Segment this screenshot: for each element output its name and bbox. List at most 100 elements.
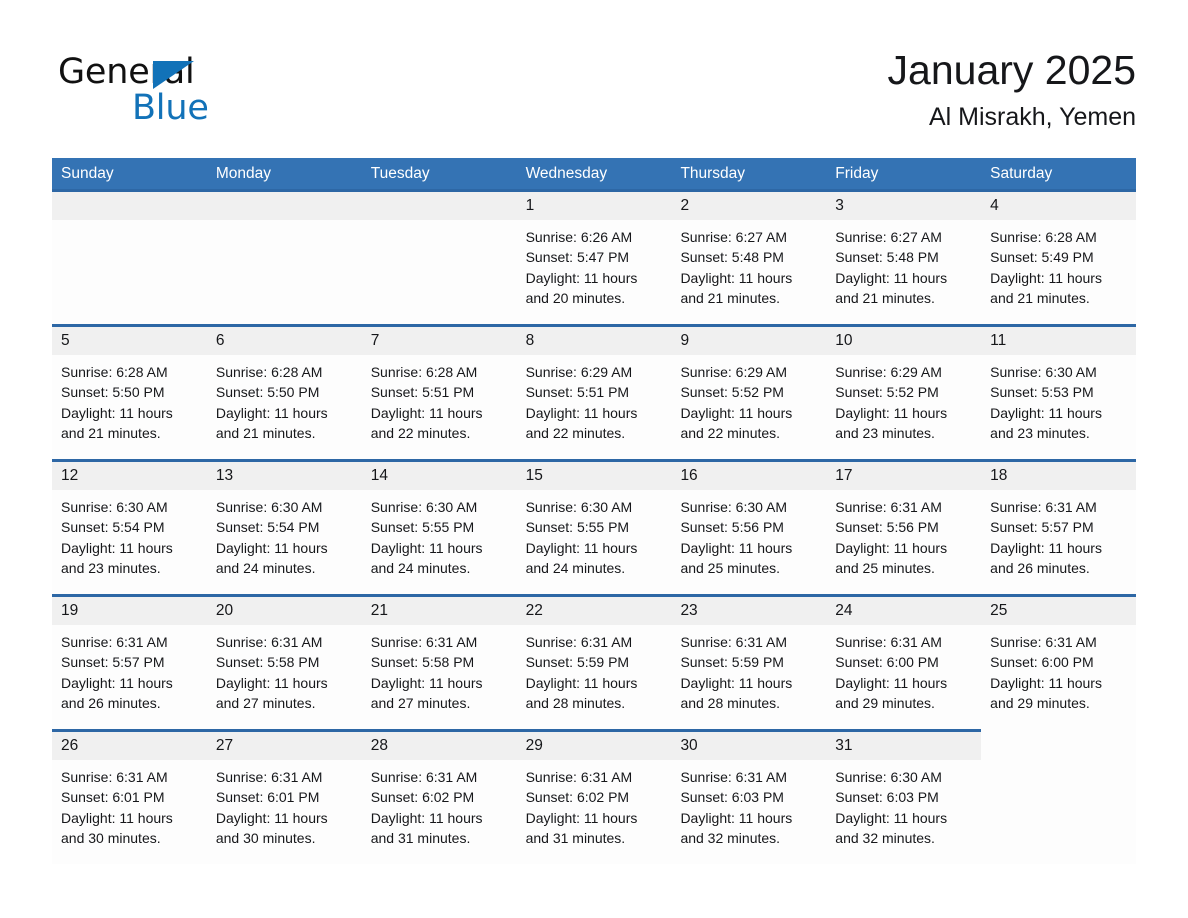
day-details: Sunrise: 6:29 AM Sunset: 5:51 PM Daylight:…: [517, 355, 672, 443]
calendar-day-cell[interactable]: 29 Sunrise: 6:31 AM Sunset: 6:02 PM Dayligh…: [516, 729, 672, 864]
sunrise-text: Sunrise: 6:31 AM: [370, 769, 478, 785]
sunset-text: Sunset: 5:49 PM: [990, 249, 1094, 266]
calendar-day-cell[interactable]: 27 Sunrise: 6:31 AM Sunset: 6:01 PM Dayligh…: [206, 729, 362, 864]
calendar-day-cell[interactable]: 8 Sunrise: 6:29 AM Sunset: 5:51 PM Daylight…: [516, 324, 672, 459]
day-number-band: 13: [206, 462, 362, 490]
day-number: 25: [990, 602, 1008, 619]
day-number-band: 6: [206, 327, 362, 355]
calendar-day-cell[interactable]: 19 Sunrise: 6:31 AM Sunset: 5:57 PM Dayligh…: [52, 594, 207, 729]
day-details: Sunrise: 6:30 AM Sunset: 5:54 PM Daylight:…: [207, 490, 362, 578]
day-number-band: 2: [671, 192, 827, 220]
generalblue-logo[interactable]: General Blue: [52, 52, 352, 148]
sunrise-text: Sunrise: 6:30 AM: [990, 364, 1097, 380]
calendar-day-cell[interactable]: 5 Sunrise: 6:28 AM Sunset: 5:50 PM Daylight…: [52, 324, 207, 459]
sunset-text: Sunset: 5:59 PM: [680, 654, 784, 671]
day-number: 29: [525, 737, 543, 754]
calendar-day-cell[interactable]: 1 Sunrise: 6:26 AM Sunset: 5:47 PM Daylight…: [516, 189, 672, 324]
calendar-day-cell[interactable]: 9 Sunrise: 6:29 AM Sunset: 5:52 PM Daylight…: [671, 324, 827, 459]
daylight-text: Daylight: 11 hours and 25 minutes.: [835, 539, 948, 576]
calendar-day-cell[interactable]: 7 Sunrise: 6:28 AM Sunset: 5:51 PM Daylight…: [361, 324, 517, 459]
sunrise-text: Sunrise: 6:31 AM: [835, 499, 942, 515]
day-number-band: 16: [671, 462, 827, 490]
day-number-band: [981, 729, 1136, 757]
calendar-day-cell[interactable]: 14 Sunrise: 6:30 AM Sunset: 5:55 PM Dayligh…: [361, 459, 517, 594]
sunrise-text: Sunrise: 6:30 AM: [680, 499, 788, 515]
day-number: 3: [835, 197, 844, 214]
day-details: Sunrise: 6:30 AM Sunset: 5:55 PM Daylight:…: [517, 490, 672, 578]
day-number-band: 26: [52, 732, 207, 760]
sunset-text: Sunset: 5:53 PM: [990, 384, 1094, 401]
calendar-day-cell[interactable]: 2 Sunrise: 6:27 AM Sunset: 5:48 PM Daylight…: [671, 189, 827, 324]
sunrise-text: Sunrise: 6:27 AM: [835, 229, 942, 245]
day-number: 1: [525, 197, 535, 214]
calendar-day-cell[interactable]: 10 Sunrise: 6:29 AM Sunset: 5:52 PM Dayligh…: [826, 324, 982, 459]
sunset-text: Sunset: 5:47 PM: [525, 249, 630, 266]
calendar-day-cell[interactable]: 6 Sunrise: 6:28 AM Sunset: 5:50 PM Daylight…: [206, 324, 362, 459]
day-number-band: 20: [206, 597, 362, 625]
day-number-band: 8: [516, 327, 672, 355]
sunrise-text: Sunrise: 6:31 AM: [835, 634, 942, 650]
daylight-text: Daylight: 11 hours and 22 minutes.: [370, 404, 483, 441]
daylight-text: Daylight: 11 hours and 25 minutes.: [680, 539, 793, 576]
day-number-band: 12: [52, 462, 207, 490]
sunrise-text: Sunrise: 6:30 AM: [525, 499, 633, 515]
sunset-text: Sunset: 5:48 PM: [680, 249, 784, 266]
calendar-day-cell-empty: [52, 189, 207, 324]
weekday-header-thursday: Thursday: [680, 165, 746, 182]
day-number-band: 11: [981, 327, 1137, 355]
daylight-text: Daylight: 11 hours and 20 minutes.: [525, 269, 638, 306]
daylight-text: Daylight: 11 hours and 27 minutes.: [215, 674, 328, 711]
calendar-day-cell[interactable]: 24 Sunrise: 6:31 AM Sunset: 6:00 PM Dayligh…: [826, 594, 982, 729]
sunset-text: Sunset: 6:00 PM: [835, 654, 939, 671]
daylight-text: Daylight: 11 hours and 21 minutes.: [61, 404, 173, 441]
weekday-header-wednesday: Wednesday: [525, 165, 608, 182]
calendar-day-cell[interactable]: 25 Sunrise: 6:31 AM Sunset: 6:00 PM Dayligh…: [981, 594, 1137, 729]
calendar-day-cell[interactable]: 16 Sunrise: 6:30 AM Sunset: 5:56 PM Dayligh…: [671, 459, 827, 594]
day-details: Sunrise: 6:31 AM Sunset: 6:01 PM Daylight:…: [207, 760, 362, 848]
calendar-day-cell[interactable]: 28 Sunrise: 6:31 AM Sunset: 6:02 PM Dayligh…: [361, 729, 517, 864]
calendar-day-cell[interactable]: 17 Sunrise: 6:31 AM Sunset: 5:56 PM Dayligh…: [826, 459, 982, 594]
day-number-band: 18: [981, 462, 1137, 490]
day-details: Sunrise: 6:29 AM Sunset: 5:52 PM Daylight:…: [671, 355, 826, 443]
day-details: Sunrise: 6:28 AM Sunset: 5:50 PM Daylight:…: [207, 355, 362, 443]
day-number: 23: [680, 602, 698, 619]
calendar-day-cell-empty: [981, 729, 1137, 864]
calendar-day-cell[interactable]: 26 Sunrise: 6:31 AM Sunset: 6:01 PM Dayligh…: [52, 729, 207, 864]
calendar-day-cell[interactable]: 21 Sunrise: 6:31 AM Sunset: 5:58 PM Dayligh…: [361, 594, 517, 729]
sunset-text: Sunset: 6:01 PM: [215, 789, 320, 806]
sunset-text: Sunset: 5:55 PM: [525, 519, 630, 536]
day-number-band: 25: [981, 597, 1137, 625]
calendar-day-cell[interactable]: 11 Sunrise: 6:30 AM Sunset: 5:53 PM Dayligh…: [981, 324, 1137, 459]
calendar-day-cell[interactable]: 30 Sunrise: 6:31 AM Sunset: 6:03 PM Dayligh…: [671, 729, 827, 864]
day-details: Sunrise: 6:31 AM Sunset: 5:56 PM Daylight:…: [826, 490, 981, 578]
sunrise-text: Sunrise: 6:31 AM: [680, 769, 788, 785]
calendar-day-cell[interactable]: 12 Sunrise: 6:30 AM Sunset: 5:54 PM Dayligh…: [52, 459, 207, 594]
daylight-text: Daylight: 11 hours and 21 minutes.: [680, 269, 793, 306]
sunrise-text: Sunrise: 6:27 AM: [680, 229, 788, 245]
calendar-day-cell[interactable]: 23 Sunrise: 6:31 AM Sunset: 5:59 PM Dayligh…: [671, 594, 827, 729]
calendar-day-cell[interactable]: 18 Sunrise: 6:31 AM Sunset: 5:57 PM Dayligh…: [981, 459, 1137, 594]
calendar-day-cell[interactable]: 3 Sunrise: 6:27 AM Sunset: 5:48 PM Daylight…: [826, 189, 982, 324]
day-details: Sunrise: 6:31 AM Sunset: 6:03 PM Daylight:…: [671, 760, 826, 848]
day-number-band: 28: [361, 732, 517, 760]
daylight-text: Daylight: 11 hours and 27 minutes.: [370, 674, 483, 711]
daylight-text: Daylight: 11 hours and 23 minutes.: [61, 539, 173, 576]
sunrise-text: Sunrise: 6:26 AM: [525, 229, 633, 245]
day-number-band: 4: [981, 192, 1137, 220]
day-number-band: 9: [671, 327, 827, 355]
calendar-day-cell[interactable]: 31 Sunrise: 6:30 AM Sunset: 6:03 PM Dayligh…: [826, 729, 982, 864]
calendar-day-cell[interactable]: 22 Sunrise: 6:31 AM Sunset: 5:59 PM Dayligh…: [516, 594, 672, 729]
day-details: Sunrise: 6:28 AM Sunset: 5:49 PM Daylight:…: [981, 220, 1136, 308]
day-number: 26: [61, 737, 79, 754]
day-details: Sunrise: 6:30 AM Sunset: 5:56 PM Daylight:…: [671, 490, 826, 578]
daylight-text: Daylight: 11 hours and 30 minutes.: [61, 809, 173, 846]
day-number-band: [206, 192, 362, 220]
calendar-day-cell[interactable]: 20 Sunrise: 6:31 AM Sunset: 5:58 PM Dayligh…: [206, 594, 362, 729]
sunrise-text: Sunrise: 6:29 AM: [835, 364, 942, 380]
calendar-day-cell[interactable]: 15 Sunrise: 6:30 AM Sunset: 5:55 PM Dayligh…: [516, 459, 672, 594]
day-number: 20: [215, 602, 234, 619]
calendar-day-cell[interactable]: 13 Sunrise: 6:30 AM Sunset: 5:54 PM Dayligh…: [206, 459, 362, 594]
sunrise-text: Sunrise: 6:28 AM: [61, 364, 168, 380]
calendar-day-cell[interactable]: 4 Sunrise: 6:28 AM Sunset: 5:49 PM Daylight…: [981, 189, 1137, 324]
day-details: Sunrise: 6:30 AM Sunset: 6:03 PM Daylight:…: [826, 760, 981, 848]
